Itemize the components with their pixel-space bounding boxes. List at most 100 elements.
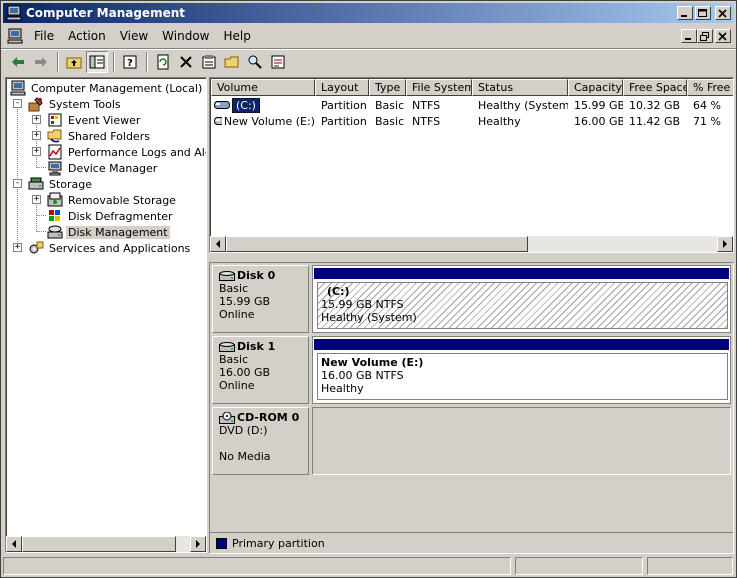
properties-button[interactable] [198,51,220,73]
properties-icon [202,55,216,69]
table-row[interactable]: (C:) Partition Basic NTFS Healthy (Syste… [211,97,733,113]
expand-toggle[interactable]: + [32,115,41,124]
percent-free-cell: 71 % [693,114,721,128]
disk-row-0[interactable]: Disk 0 Basic 15.99 GB Online (C:) 15.99 … [212,265,731,333]
help-button[interactable]: ? [119,51,141,73]
volume-name: (C:) [232,97,260,113]
disk-row-1[interactable]: Disk 1 Basic 16.00 GB Online New Volume … [212,336,731,404]
primary-partition-band [314,268,729,279]
mdi-minimize-button[interactable] [681,29,697,43]
minimize-button[interactable] [677,6,693,20]
disk-label[interactable]: CD-ROM 0 DVD (D:) No Media [212,407,309,475]
close-button[interactable] [715,6,731,20]
scroll-left-button[interactable] [210,236,226,252]
maximize-icon [698,9,707,17]
refresh-button[interactable] [152,51,174,73]
tree-item-root[interactable]: Computer Management (Local) [10,80,204,96]
tree-item-storage[interactable]: Storage [28,176,94,192]
up-one-level-button[interactable] [63,51,85,73]
column-header-volume[interactable]: Volume [211,79,315,96]
volume-name: New Volume (E:) [223,114,315,128]
refresh-icon [157,54,169,70]
cdrom-row-0[interactable]: CD-ROM 0 DVD (D:) No Media [212,407,731,475]
menu-file[interactable]: File [27,29,61,43]
tree-connector [36,215,46,216]
tree-item-label: Device Manager [68,161,158,175]
performance-logs-icon [48,144,62,160]
volume-details[interactable]: New Volume (E:) 16.00 GB NTFS Healthy [317,353,728,400]
menu-action[interactable]: Action [61,29,113,43]
volume-list[interactable]: Volume Layout Type File System Status Ca… [209,77,734,253]
collapse-toggle[interactable]: - [13,179,22,188]
search-button[interactable] [244,51,266,73]
tree-horizontal-scrollbar[interactable] [6,536,206,552]
delete-button[interactable] [175,51,197,73]
layout-cell: Partition [321,98,367,112]
collapse-toggle[interactable]: - [13,99,22,108]
window-title: Computer Management [26,6,185,20]
type-cell: Basic [375,114,405,128]
tree-item-services-applications[interactable]: Services and Applications [28,240,192,256]
minimize-icon [685,38,691,40]
computer-management-icon[interactable] [7,28,23,44]
column-header-free-space[interactable]: Free Space [623,79,687,96]
table-row[interactable]: New Volume (E:) Partition Basic NTFS Hea… [211,113,733,129]
menu-help[interactable]: Help [217,29,258,43]
scroll-left-button[interactable] [6,536,22,552]
expand-toggle[interactable]: + [32,131,41,140]
disk-label[interactable]: Disk 1 Basic 16.00 GB Online [212,336,309,404]
mdi-close-button[interactable] [715,29,731,43]
tree-item-event-viewer[interactable]: Event Viewer [47,112,142,128]
column-header-layout[interactable]: Layout [315,79,369,96]
back-button[interactable] [7,51,29,73]
status-panel [515,557,643,575]
column-header-capacity[interactable]: Capacity [568,79,623,96]
primary-partition-swatch [216,537,227,549]
console-tree-icon [89,55,105,69]
expand-toggle[interactable]: + [32,195,41,204]
disk-label[interactable]: Disk 0 Basic 15.99 GB Online [212,265,309,333]
tree-item-label: Performance Logs and Alerts [68,145,206,159]
column-header-percent-free[interactable]: % Free [687,79,733,96]
disk-graphical-view: Disk 0 Basic 15.99 GB Online (C:) 15.99 … [209,262,734,554]
scroll-thumb[interactable] [22,536,176,552]
empty-volume-area[interactable] [312,407,731,475]
expand-toggle[interactable]: + [32,147,41,156]
status-panel [647,557,733,575]
column-header-status[interactable]: Status [472,79,568,96]
console-tree[interactable]: Computer Management (Local) - System Too… [5,77,207,553]
tree-item-device-manager[interactable]: Device Manager [47,160,159,176]
close-icon [718,9,727,18]
scroll-thumb[interactable] [226,236,528,252]
show-hide-tree-button[interactable] [86,51,108,73]
maximize-button[interactable] [695,6,711,20]
menu-view[interactable]: View [113,29,155,43]
tree-item-disk-defragmenter[interactable]: Disk Defragmenter [47,208,175,224]
tree-connector [36,167,46,168]
forward-button[interactable] [30,51,52,73]
expand-toggle[interactable]: + [13,243,22,252]
tree-item-system-tools[interactable]: System Tools [28,96,123,112]
mdi-restore-button[interactable] [697,29,713,43]
tree-item-removable-storage[interactable]: Removable Storage [47,192,178,208]
arrow-right-icon [723,240,727,248]
status-cell: Healthy [478,114,521,128]
volume-block-e[interactable]: New Volume (E:) 16.00 GB NTFS Healthy [312,336,731,404]
disk-properties-button[interactable] [267,51,289,73]
menu-window[interactable]: Window [155,29,216,43]
tree-item-disk-management[interactable]: Disk Management [47,224,170,240]
column-header-file-system[interactable]: File System [406,79,472,96]
title-bar[interactable]: Computer Management [3,3,734,23]
volume-size: 16.00 GB NTFS [321,369,404,382]
list-horizontal-scrollbar[interactable] [210,236,733,252]
column-header-type[interactable]: Type [369,79,406,96]
open-folder-button[interactable] [221,51,243,73]
tree-item-shared-folders[interactable]: Shared Folders [47,128,152,144]
scroll-right-button[interactable] [190,536,206,552]
tree-item-performance-logs[interactable]: Performance Logs and Alerts [47,144,206,160]
folder-up-icon [66,57,82,69]
tree-item-label: Services and Applications [49,241,191,255]
volume-block-c[interactable]: (C:) 15.99 GB NTFS Healthy (System) [312,265,731,333]
scroll-right-button[interactable] [717,236,733,252]
volume-details[interactable]: (C:) 15.99 GB NTFS Healthy (System) [317,282,728,329]
